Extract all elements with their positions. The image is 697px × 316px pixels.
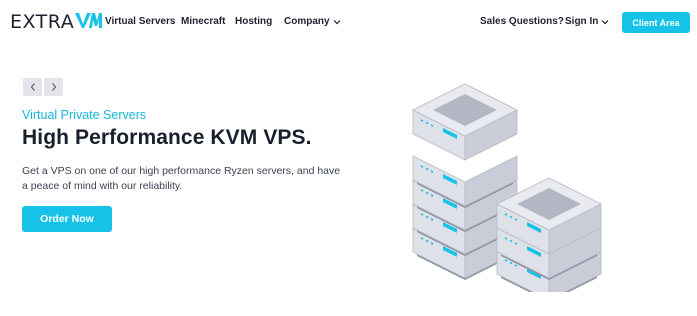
nav-minecraft[interactable]: Minecraft (181, 16, 225, 27)
chevron-down-icon (601, 19, 609, 24)
chevron-left-icon (30, 83, 35, 91)
nav-company-dropdown[interactable]: Company (284, 16, 341, 27)
client-area-button[interactable]: Client Area (622, 12, 690, 33)
nav-hosting[interactable]: Hosting (235, 16, 272, 27)
hero-description: Get a VPS on one of our high performance… (22, 165, 341, 192)
nav-company-label: Company (284, 16, 330, 27)
top-navbar: EXTRA Virtual Servers Minecraft Hosting … (0, 0, 697, 44)
slider-prev-button[interactable] (23, 78, 42, 96)
server-stack-illustration (412, 83, 602, 292)
nav-virtual-servers[interactable]: Virtual Servers (105, 16, 175, 27)
order-now-button[interactable]: Order Now (22, 206, 112, 232)
chevron-right-icon (51, 83, 56, 91)
chevron-down-icon (333, 19, 340, 24)
slider-controls (23, 78, 63, 96)
slider-next-button[interactable] (44, 78, 63, 96)
vm-logo-mark-icon (75, 11, 103, 34)
nav-sign-in-dropdown[interactable]: Sign In (565, 16, 609, 27)
hero-title: High Performance KVM VPS. (22, 126, 312, 149)
nav-sign-in-label: Sign In (565, 16, 599, 27)
hero-eyebrow: Virtual Private Servers (22, 108, 147, 122)
logo-text: EXTRA (10, 11, 75, 33)
nav-sales-questions[interactable]: Sales Questions? (480, 16, 564, 27)
extravm-logo[interactable]: EXTRA (10, 11, 103, 33)
